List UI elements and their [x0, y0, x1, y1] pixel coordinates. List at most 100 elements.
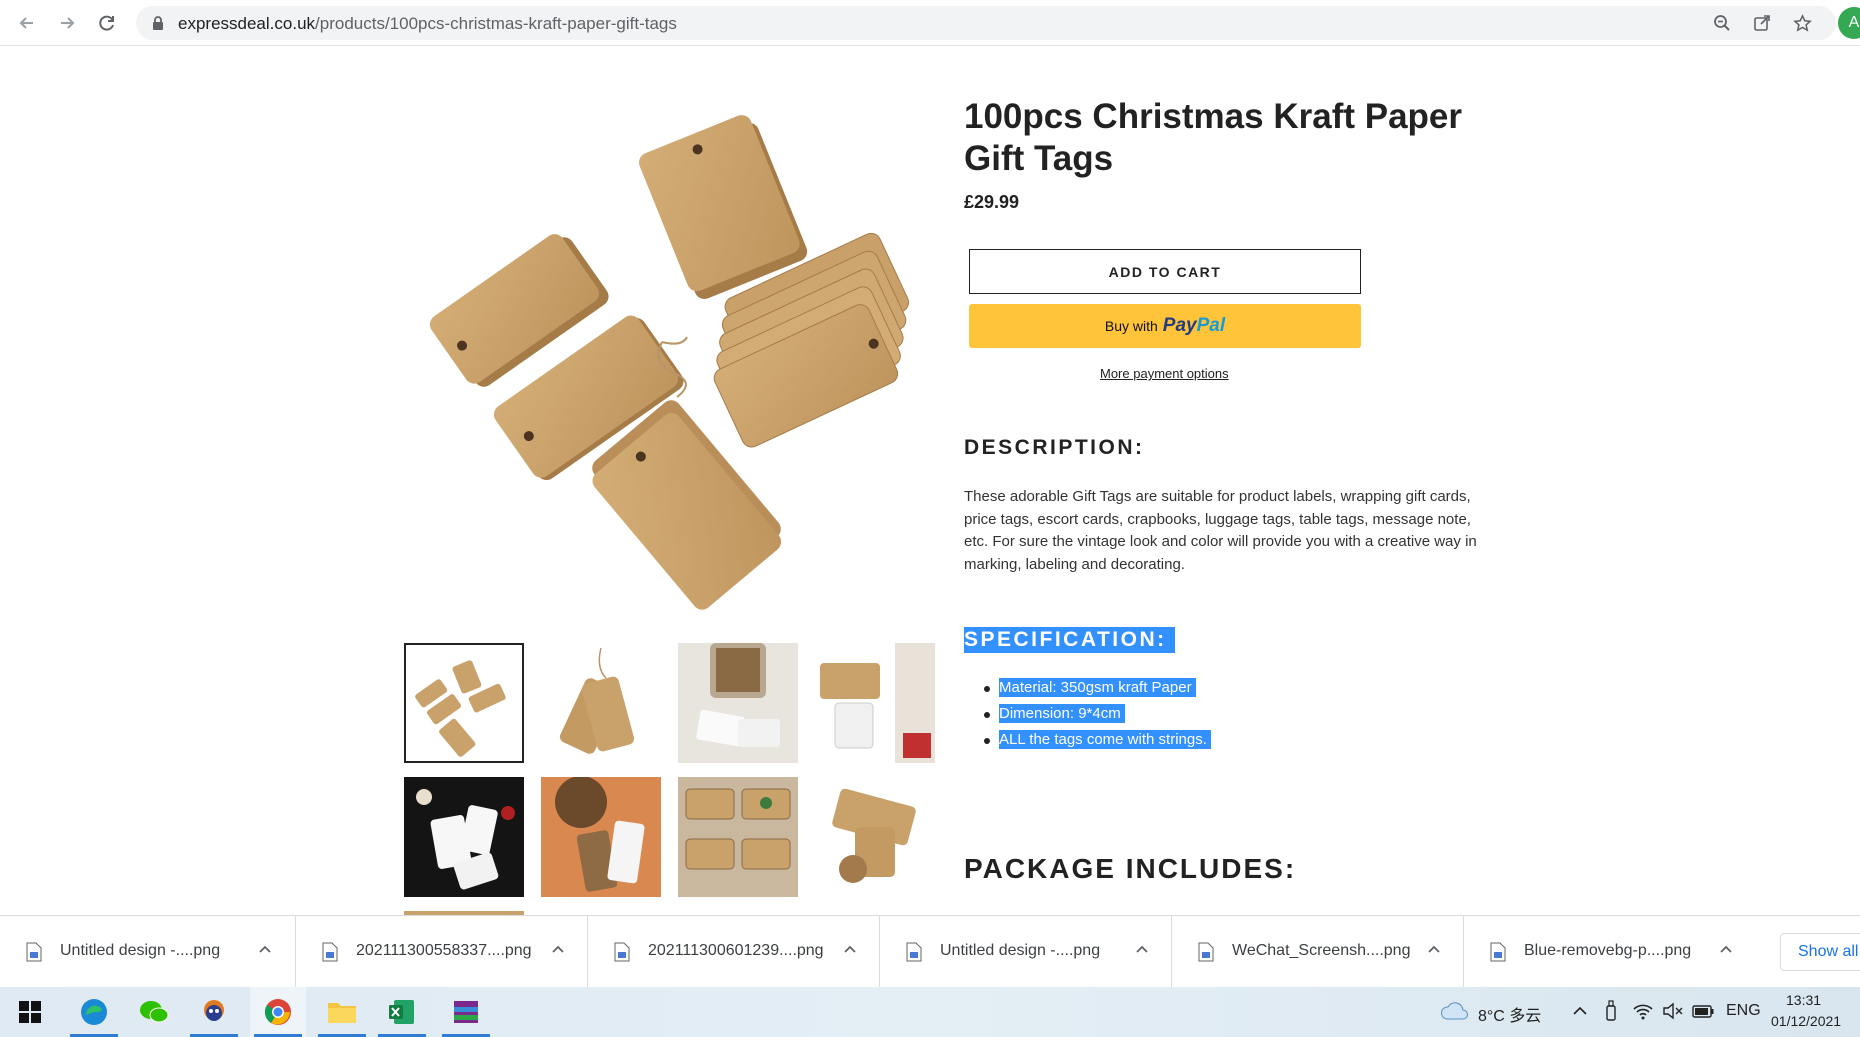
image-file-icon [906, 942, 922, 962]
thumbnail-jar-image [678, 643, 798, 763]
image-file-icon [614, 942, 630, 962]
taskbar-winrar[interactable] [438, 987, 494, 1037]
thumbnail-1[interactable] [404, 643, 524, 763]
taskbar-chrome[interactable] [250, 987, 306, 1037]
product-title: 100pcs Christmas Kraft Paper Gift Tags [964, 97, 1462, 178]
taskbar-edge[interactable] [66, 987, 122, 1037]
taskbar-file-explorer[interactable] [314, 987, 370, 1037]
thumbnail-2[interactable] [541, 643, 661, 763]
character-app-icon [204, 1000, 224, 1021]
download-item[interactable]: Untitled design -....png [0, 916, 296, 988]
thumbnail-stack-with-string-image [815, 777, 935, 897]
thumbnail-6[interactable] [541, 777, 661, 897]
specification-heading: SPECIFICATION: [964, 627, 1175, 653]
bookmark-star-button[interactable] [1790, 12, 1814, 34]
description-heading: DESCRIPTION: [964, 436, 1145, 459]
image-file-icon [26, 942, 42, 962]
usb-device-icon[interactable] [1604, 1000, 1618, 1022]
show-all-downloads-button[interactable]: Show all [1780, 933, 1860, 971]
thumbnail-twine-image [541, 777, 661, 897]
archive-app-icon [454, 1001, 478, 1023]
more-payment-options-link[interactable]: More payment options [1100, 366, 1229, 381]
product-page: 100pcs Christmas Kraft Paper Gift Tags £… [0, 47, 1860, 915]
thumbnail-5[interactable] [404, 777, 524, 897]
back-arrow-icon [19, 17, 33, 29]
chevron-up-icon[interactable] [1719, 944, 1733, 954]
windows-logo-icon [19, 1001, 41, 1023]
chevron-up-icon[interactable] [258, 944, 272, 954]
product-main-image[interactable] [404, 102, 932, 630]
windows-taskbar: 8°C 多云 ENG 13:31 01/12/2021 [0, 987, 1860, 1037]
chevron-up-icon[interactable] [551, 944, 565, 954]
download-item[interactable]: WeChat_Screensh....png [1172, 916, 1464, 988]
reload-icon [99, 15, 114, 31]
taskbar-game-app[interactable] [186, 987, 242, 1037]
battery-icon[interactable] [1692, 1005, 1714, 1018]
speaker-muted-icon[interactable] [1662, 1002, 1684, 1020]
weather-cloud-icon [1441, 1002, 1468, 1020]
chevron-up-icon[interactable] [1572, 1006, 1588, 1016]
download-filename: Untitled design -....png [60, 942, 221, 959]
edge-browser-icon [81, 999, 107, 1025]
thumbnail-dark-background-image [404, 777, 524, 897]
download-filename: 202111300601239....png [648, 942, 824, 959]
downloads-bar: Untitled design -....png 202111300558337… [0, 915, 1860, 988]
address-bar[interactable]: expressdeal.co.uk/products/100pcs-christ… [136, 6, 1836, 40]
paypal-buy-with-label: Buy with [1104, 318, 1158, 334]
clock-date[interactable]: 01/12/2021 [1771, 1013, 1841, 1029]
thumbnail-8[interactable] [815, 777, 935, 897]
image-file-icon [1490, 942, 1506, 962]
forward-button[interactable] [52, 8, 82, 38]
browser-toolbar: expressdeal.co.uk/products/100pcs-christ… [0, 0, 1860, 46]
zoom-icon [1714, 15, 1730, 31]
input-language[interactable]: ENG [1726, 1002, 1761, 1020]
paypal-button[interactable]: Buy with Pay Pal [969, 304, 1361, 348]
chevron-up-icon[interactable] [1135, 944, 1149, 954]
url-host: expressdeal.co.uk [178, 14, 316, 33]
wifi-icon[interactable] [1632, 1001, 1654, 1021]
spec-dimension: Dimension: 9*4cm [999, 704, 1125, 723]
thumbnail-7[interactable] [678, 777, 798, 897]
image-file-icon [1198, 942, 1214, 962]
share-button[interactable] [1750, 12, 1774, 34]
thumbnail-3[interactable] [678, 643, 798, 763]
thumbnail-white-tags-image [815, 643, 935, 763]
download-filename: 202111300558337....png [356, 942, 532, 959]
kraft-tags-illustration [429, 115, 910, 610]
zoom-button[interactable] [1710, 12, 1734, 34]
weather-text[interactable]: 8°C 多云 [1478, 1002, 1541, 1026]
spec-strings: ALL the tags come with strings. [999, 730, 1211, 749]
taskbar-wechat[interactable] [126, 987, 182, 1037]
download-item[interactable]: Blue-removebg-p....png [1464, 916, 1756, 988]
download-filename: Untitled design -....png [940, 942, 1101, 959]
thumbnail-printed-tags-image [678, 777, 798, 897]
thumbnail-kraft-tags-image [406, 645, 522, 761]
download-item[interactable]: Untitled design -....png [880, 916, 1172, 988]
download-item[interactable]: 202111300558337....png [296, 916, 588, 988]
lock-icon [153, 16, 163, 30]
forward-arrow-icon [61, 17, 75, 29]
url-text: expressdeal.co.uk/products/100pcs-christ… [178, 14, 677, 34]
taskbar-excel[interactable] [374, 987, 430, 1037]
download-item[interactable]: 202111300601239....png [588, 916, 880, 988]
back-button[interactable] [12, 8, 42, 38]
start-button[interactable] [2, 987, 58, 1037]
product-price: £29.99 [964, 192, 1020, 212]
image-file-icon [322, 942, 338, 962]
clock-time[interactable]: 13:31 [1786, 992, 1821, 1008]
folder-icon [328, 1003, 356, 1023]
reload-button[interactable] [92, 8, 122, 38]
chevron-up-icon[interactable] [843, 944, 857, 954]
thumbnail-4[interactable] [815, 643, 935, 763]
download-filename: Blue-removebg-p....png [1524, 942, 1692, 959]
excel-icon [389, 1000, 414, 1024]
paypal-logo-pal: Pal [1196, 315, 1226, 336]
chevron-up-icon[interactable] [1427, 944, 1441, 954]
profile-avatar[interactable]: A [1838, 7, 1860, 39]
url-path: /products/100pcs-christmas-kraft-paper-g… [315, 14, 677, 33]
spec-material: Material: 350gsm kraft Paper [999, 678, 1196, 697]
wechat-icon [140, 1001, 169, 1023]
description-text: These adorable Gift Tags are suitable fo… [964, 488, 1477, 573]
paypal-logo-pay: Pay [1162, 315, 1197, 336]
add-to-cart-button[interactable]: ADD TO CART [969, 249, 1361, 294]
